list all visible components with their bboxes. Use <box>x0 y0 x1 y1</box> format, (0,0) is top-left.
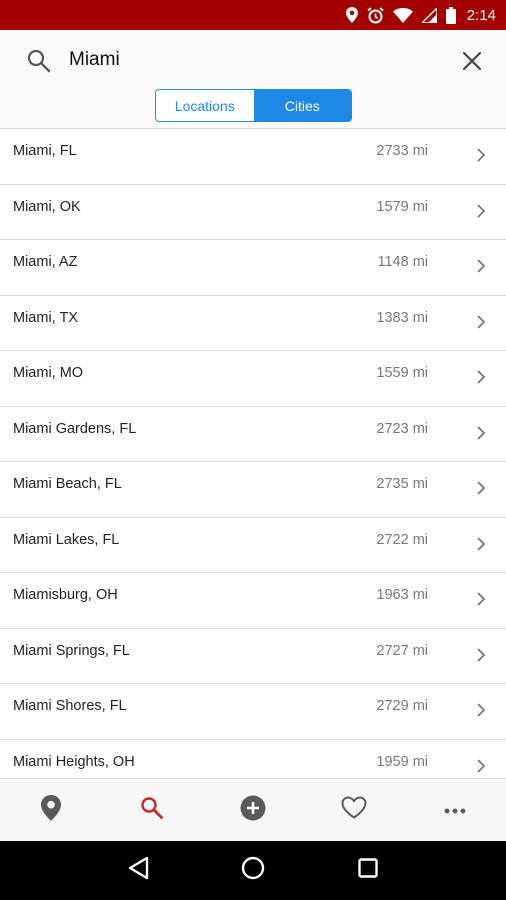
back-button[interactable] <box>118 851 158 891</box>
distance: 1148 mi <box>377 254 428 270</box>
chevron-right-icon <box>474 203 488 219</box>
city-name: Miami, FL <box>13 143 77 159</box>
city-name: Miami, MO <box>13 365 84 381</box>
city-name: Miami Springs, FL <box>13 642 130 659</box>
search-input[interactable]: Miami <box>69 49 120 71</box>
chevron-right-icon <box>474 258 488 274</box>
city-name: Miami Lakes, FL <box>13 531 120 548</box>
city-name: Miami Shores, FL <box>13 698 127 714</box>
home-button[interactable] <box>233 851 273 891</box>
alarm-icon <box>367 6 384 24</box>
distance: 1579 mi <box>376 198 428 215</box>
search-icon[interactable] <box>26 48 52 74</box>
add-circle-icon <box>240 795 266 826</box>
chevron-right-icon <box>474 147 488 163</box>
chevron-right-icon <box>474 480 488 496</box>
tab-cities[interactable]: Cities <box>253 90 351 121</box>
location-icon <box>345 7 358 23</box>
results-list: Miami, FL 2733 mi Miami, OK 1579 mi Miami, A… <box>0 128 506 778</box>
search-icon <box>140 796 164 825</box>
heart-icon <box>341 796 367 824</box>
bottom-nav <box>0 778 506 841</box>
nav-more[interactable] <box>435 790 475 830</box>
city-name: Miamisburg, OH <box>13 587 118 603</box>
chevron-right-icon <box>474 425 488 441</box>
back-icon <box>127 856 149 885</box>
distance: 1963 mi <box>376 587 428 603</box>
list-item[interactable]: Miami Springs, FL 2727 mi <box>0 628 506 684</box>
nav-add[interactable] <box>233 790 273 830</box>
home-icon <box>241 856 265 885</box>
more-icon <box>444 801 466 819</box>
list-item[interactable]: Miami Heights, OH 1959 mi <box>0 739 506 778</box>
city-name: Miami, OK <box>13 198 81 215</box>
wifi-icon <box>392 7 413 23</box>
recents-button[interactable] <box>348 851 388 891</box>
city-name: Miami, AZ <box>13 254 78 270</box>
list-item[interactable]: Miami Lakes, FL 2722 mi <box>0 517 506 573</box>
city-name: Miami Heights, OH <box>13 753 135 770</box>
distance: 2723 mi <box>376 420 428 437</box>
close-icon[interactable] <box>459 48 485 74</box>
nav-search[interactable] <box>132 790 172 830</box>
chevron-right-icon <box>474 758 488 774</box>
chevron-right-icon <box>474 369 488 385</box>
list-item[interactable]: Miamisburg, OH 1963 mi <box>0 573 506 629</box>
list-item[interactable]: Miami, OK 1579 mi <box>0 184 506 240</box>
list-item[interactable]: Miami, FL 2733 mi <box>0 129 506 185</box>
list-item[interactable]: Miami Shores, FL 2729 mi <box>0 684 506 740</box>
distance: 2722 mi <box>376 531 428 548</box>
distance: 1559 mi <box>376 365 428 381</box>
segmented-control: Locations Cities <box>155 89 352 122</box>
distance: 2733 mi <box>376 143 428 159</box>
distance: 1959 mi <box>376 753 428 770</box>
distance: 2729 mi <box>376 698 428 714</box>
recents-icon <box>358 858 379 883</box>
distance: 2735 mi <box>376 476 428 492</box>
city-name: Miami Gardens, FL <box>13 420 137 437</box>
distance: 2727 mi <box>376 642 428 659</box>
search-header: Miami Locations Cities <box>0 30 506 128</box>
chevron-right-icon <box>474 314 488 330</box>
list-item[interactable]: Miami Gardens, FL 2723 mi <box>0 406 506 462</box>
city-name: Miami Beach, FL <box>13 476 122 492</box>
list-item[interactable]: Miami, MO 1559 mi <box>0 351 506 407</box>
map-pin-icon <box>40 794 61 826</box>
list-item[interactable]: Miami, TX 1383 mi <box>0 295 506 351</box>
signal-icon <box>421 7 437 23</box>
system-nav-bar <box>0 841 506 900</box>
chevron-right-icon <box>474 536 488 552</box>
chevron-right-icon <box>474 702 488 718</box>
city-name: Miami, TX <box>13 309 78 326</box>
chevron-right-icon <box>474 591 488 607</box>
distance: 1383 mi <box>376 309 428 326</box>
list-item[interactable]: Miami, AZ 1148 mi <box>0 240 506 296</box>
status-bar: 2:14 <box>0 0 506 30</box>
chevron-right-icon <box>474 647 488 663</box>
battery-icon <box>445 6 456 24</box>
list-item[interactable]: Miami Beach, FL 2735 mi <box>0 462 506 518</box>
status-time: 2:14 <box>466 6 496 24</box>
nav-favorites[interactable] <box>334 790 374 830</box>
tab-locations[interactable]: Locations <box>156 90 254 121</box>
nav-map-pin[interactable] <box>31 790 71 830</box>
